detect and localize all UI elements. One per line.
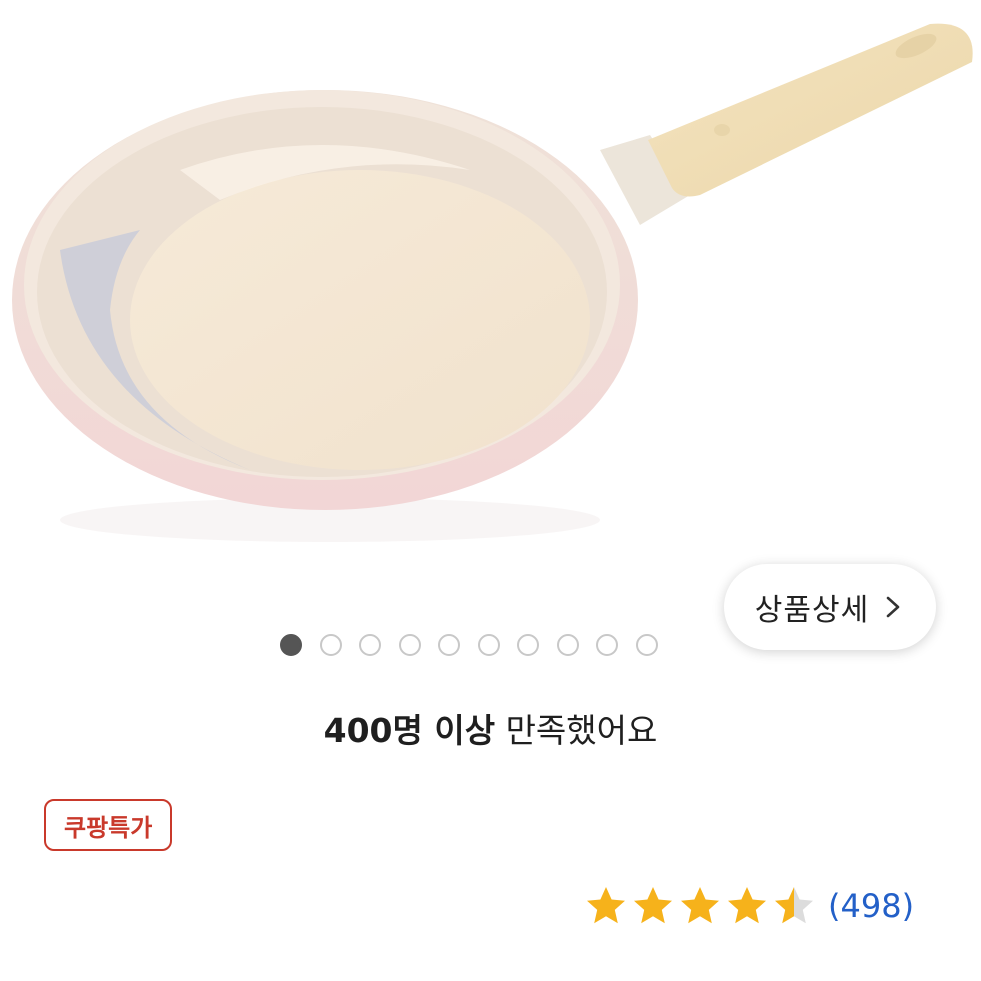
- coupang-special-badge: 쿠팡특가: [44, 799, 173, 851]
- carousel-dot[interactable]: [477, 634, 500, 656]
- satisfaction-suffix: 만족했어요: [495, 711, 658, 750]
- carousel-dot[interactable]: [635, 634, 658, 656]
- carousel-pagination: [280, 634, 658, 656]
- star-icon: [775, 887, 813, 924]
- carousel-dot[interactable]: [319, 634, 342, 656]
- frying-pan-icon: [12, 23, 973, 542]
- carousel-dot[interactable]: [280, 634, 302, 656]
- product-detail-label: 상품상세: [754, 593, 870, 628]
- carousel-dot[interactable]: [517, 634, 539, 656]
- product-detail-button[interactable]: 상품상세: [724, 564, 936, 650]
- rating-stars: [584, 884, 816, 928]
- star-icon: [728, 887, 766, 924]
- satisfaction-count: 400명 이상: [323, 711, 496, 750]
- satisfaction-text: 400명 이상 만족했어요: [0, 704, 981, 752]
- star-icon: [681, 887, 719, 924]
- star-icon: [634, 887, 672, 924]
- rating[interactable]: (498): [584, 884, 914, 928]
- carousel-dot[interactable]: [398, 634, 421, 656]
- chevron-right-icon: [886, 596, 900, 618]
- carousel-dot[interactable]: [596, 634, 618, 656]
- star-icon: [587, 887, 625, 924]
- carousel-dot[interactable]: [359, 634, 381, 656]
- product-image[interactable]: [0, 0, 981, 560]
- carousel-dot[interactable]: [438, 634, 460, 656]
- review-count[interactable]: (498): [828, 887, 914, 925]
- carousel-dot[interactable]: [556, 634, 579, 656]
